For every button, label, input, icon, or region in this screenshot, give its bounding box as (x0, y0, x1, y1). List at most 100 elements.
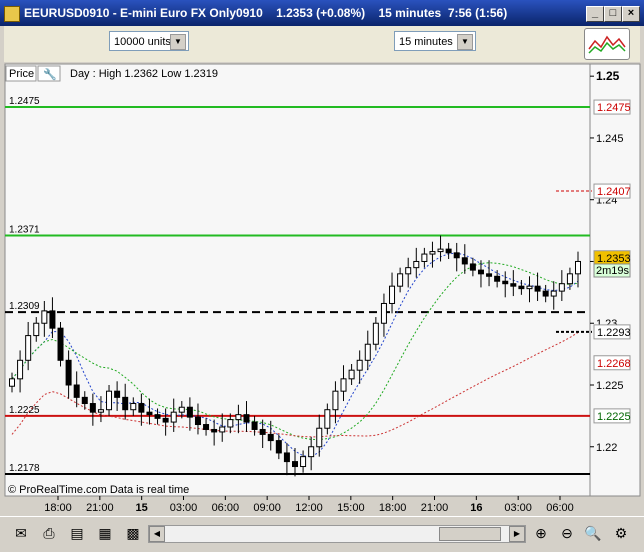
candle (57, 327, 64, 361)
candle (461, 257, 468, 265)
zoom-fit-icon[interactable]: ⊕ (532, 524, 550, 542)
candle (17, 359, 24, 380)
price-tag-label: 1.2293 (597, 327, 631, 339)
candle (243, 414, 250, 423)
scroll-left-button[interactable]: ◀ (149, 526, 165, 542)
y-tick-label: 1.22 (596, 442, 617, 454)
candle (251, 421, 258, 430)
x-tick-label: 18:00 (379, 502, 407, 514)
zoom-in-icon[interactable]: 🔍 (584, 524, 602, 542)
price-tag-label: 1.2268 (597, 358, 631, 370)
candle (49, 310, 56, 329)
scroll-right-button[interactable]: ▶ (509, 526, 525, 542)
status-bar: ✉ ⎙ ▤ ▦ ▩ ◀ ▶ ⊕ ⊖ 🔍 ⚙ (0, 516, 644, 549)
candle (186, 406, 193, 418)
candle (97, 409, 104, 413)
chart-icon[interactable]: ▤ (68, 524, 86, 542)
candle (227, 419, 234, 428)
price-tag-label: 1.2353 (597, 253, 631, 265)
candle (235, 414, 242, 421)
grid-icon[interactable]: ▦ (96, 524, 114, 542)
candle (81, 396, 88, 405)
x-tick-label: 15 (136, 502, 148, 514)
email-icon[interactable]: ✉ (12, 524, 30, 542)
y-tick-label: 1.245 (596, 133, 624, 145)
candle (332, 390, 339, 411)
candle (542, 290, 549, 297)
level-label: 1.2225 (9, 405, 40, 416)
candle (340, 378, 347, 392)
candle (502, 280, 509, 285)
candle (364, 343, 371, 361)
x-tick-label: 21:00 (421, 502, 449, 514)
candle (130, 403, 137, 411)
day-info: Day : High 1.2362 Low 1.2319 (70, 68, 218, 80)
candle (65, 359, 72, 386)
candle (324, 409, 331, 429)
x-tick-label: 21:00 (86, 502, 114, 514)
candle (372, 322, 379, 345)
x-tick-label: 06:00 (546, 502, 574, 514)
price-tag-label: 1.2407 (597, 186, 631, 198)
candle (162, 417, 169, 423)
candle (267, 433, 274, 442)
y-tick-label: 1.225 (596, 380, 624, 392)
candle (356, 359, 363, 371)
color-icon[interactable]: ▩ (124, 524, 142, 542)
x-tick-label: 15:00 (337, 502, 365, 514)
candle (510, 283, 517, 287)
plot-area (4, 63, 591, 497)
x-tick-label: 03:00 (504, 502, 532, 514)
x-tick-label: 09:00 (253, 502, 281, 514)
candle (445, 248, 452, 254)
candle (170, 411, 177, 423)
candle (453, 252, 460, 259)
level-label: 1.2475 (9, 96, 40, 107)
level-label: 1.2371 (9, 225, 40, 236)
price-tag-label: 1.2225 (597, 411, 631, 423)
scroll-thumb[interactable] (439, 527, 501, 541)
price-chart: 1.2475 1.2371 1.2309 1.2225 1.2178 1.25 1.245… (0, 62, 644, 516)
x-tick-label: 16 (470, 502, 482, 514)
candle (33, 322, 40, 337)
countdown-text: 2m19s (596, 265, 630, 277)
candle (550, 290, 557, 297)
candle (9, 378, 15, 387)
footer-text: © ProRealTime.com Data is real time (8, 484, 189, 496)
candle (178, 406, 185, 413)
candle (486, 273, 493, 277)
candle (41, 310, 48, 324)
candle (259, 428, 266, 435)
candle (429, 251, 436, 255)
time-scrollbar[interactable]: ◀ ▶ (148, 525, 526, 543)
candle (308, 446, 315, 458)
x-tick-label: 18:00 (44, 502, 72, 514)
candle (300, 456, 307, 468)
candle (106, 390, 113, 411)
zoom-out-icon[interactable]: ⊖ (558, 524, 576, 542)
candle (219, 426, 226, 433)
candle (413, 260, 420, 269)
candle (73, 384, 80, 398)
wrench-icon: 🔧 (43, 67, 57, 81)
candle (316, 427, 323, 448)
candle (477, 269, 484, 275)
candle (566, 273, 573, 285)
candle (518, 285, 525, 290)
candle (437, 248, 444, 253)
print-icon[interactable]: ⎙ (40, 524, 58, 542)
candle (283, 452, 290, 463)
candle (389, 285, 396, 304)
candle (421, 253, 428, 262)
candle (122, 396, 129, 411)
x-tick-label: 03:00 (170, 502, 198, 514)
candle (89, 403, 96, 413)
candle (348, 369, 355, 380)
y-tick-label: 1.25 (596, 69, 620, 83)
candle (203, 424, 210, 430)
candle (534, 285, 541, 292)
level-label: 1.2309 (9, 301, 40, 312)
candle (397, 273, 404, 287)
candle (138, 403, 145, 413)
settings-icon[interactable]: ⚙ (612, 524, 630, 542)
